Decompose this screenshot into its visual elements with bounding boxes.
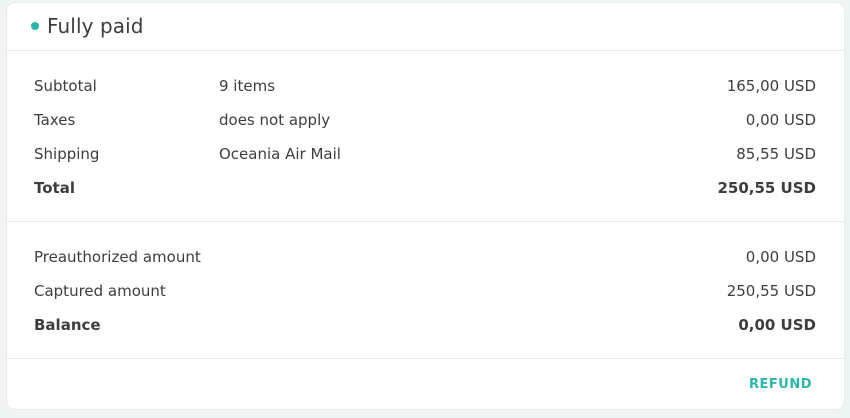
payment-amounts-section <box>7 222 844 359</box>
refund-button[interactable]: REFUND <box>749 377 812 392</box>
payment-status-title: Fully paid <box>47 14 144 38</box>
order-totals-section <box>7 51 844 222</box>
card-footer: REFUND <box>7 359 844 409</box>
status-dot-icon <box>31 22 39 30</box>
card-header: Fully paid <box>7 3 844 51</box>
payment-summary-card: Fully paid REFUND <box>7 3 844 409</box>
